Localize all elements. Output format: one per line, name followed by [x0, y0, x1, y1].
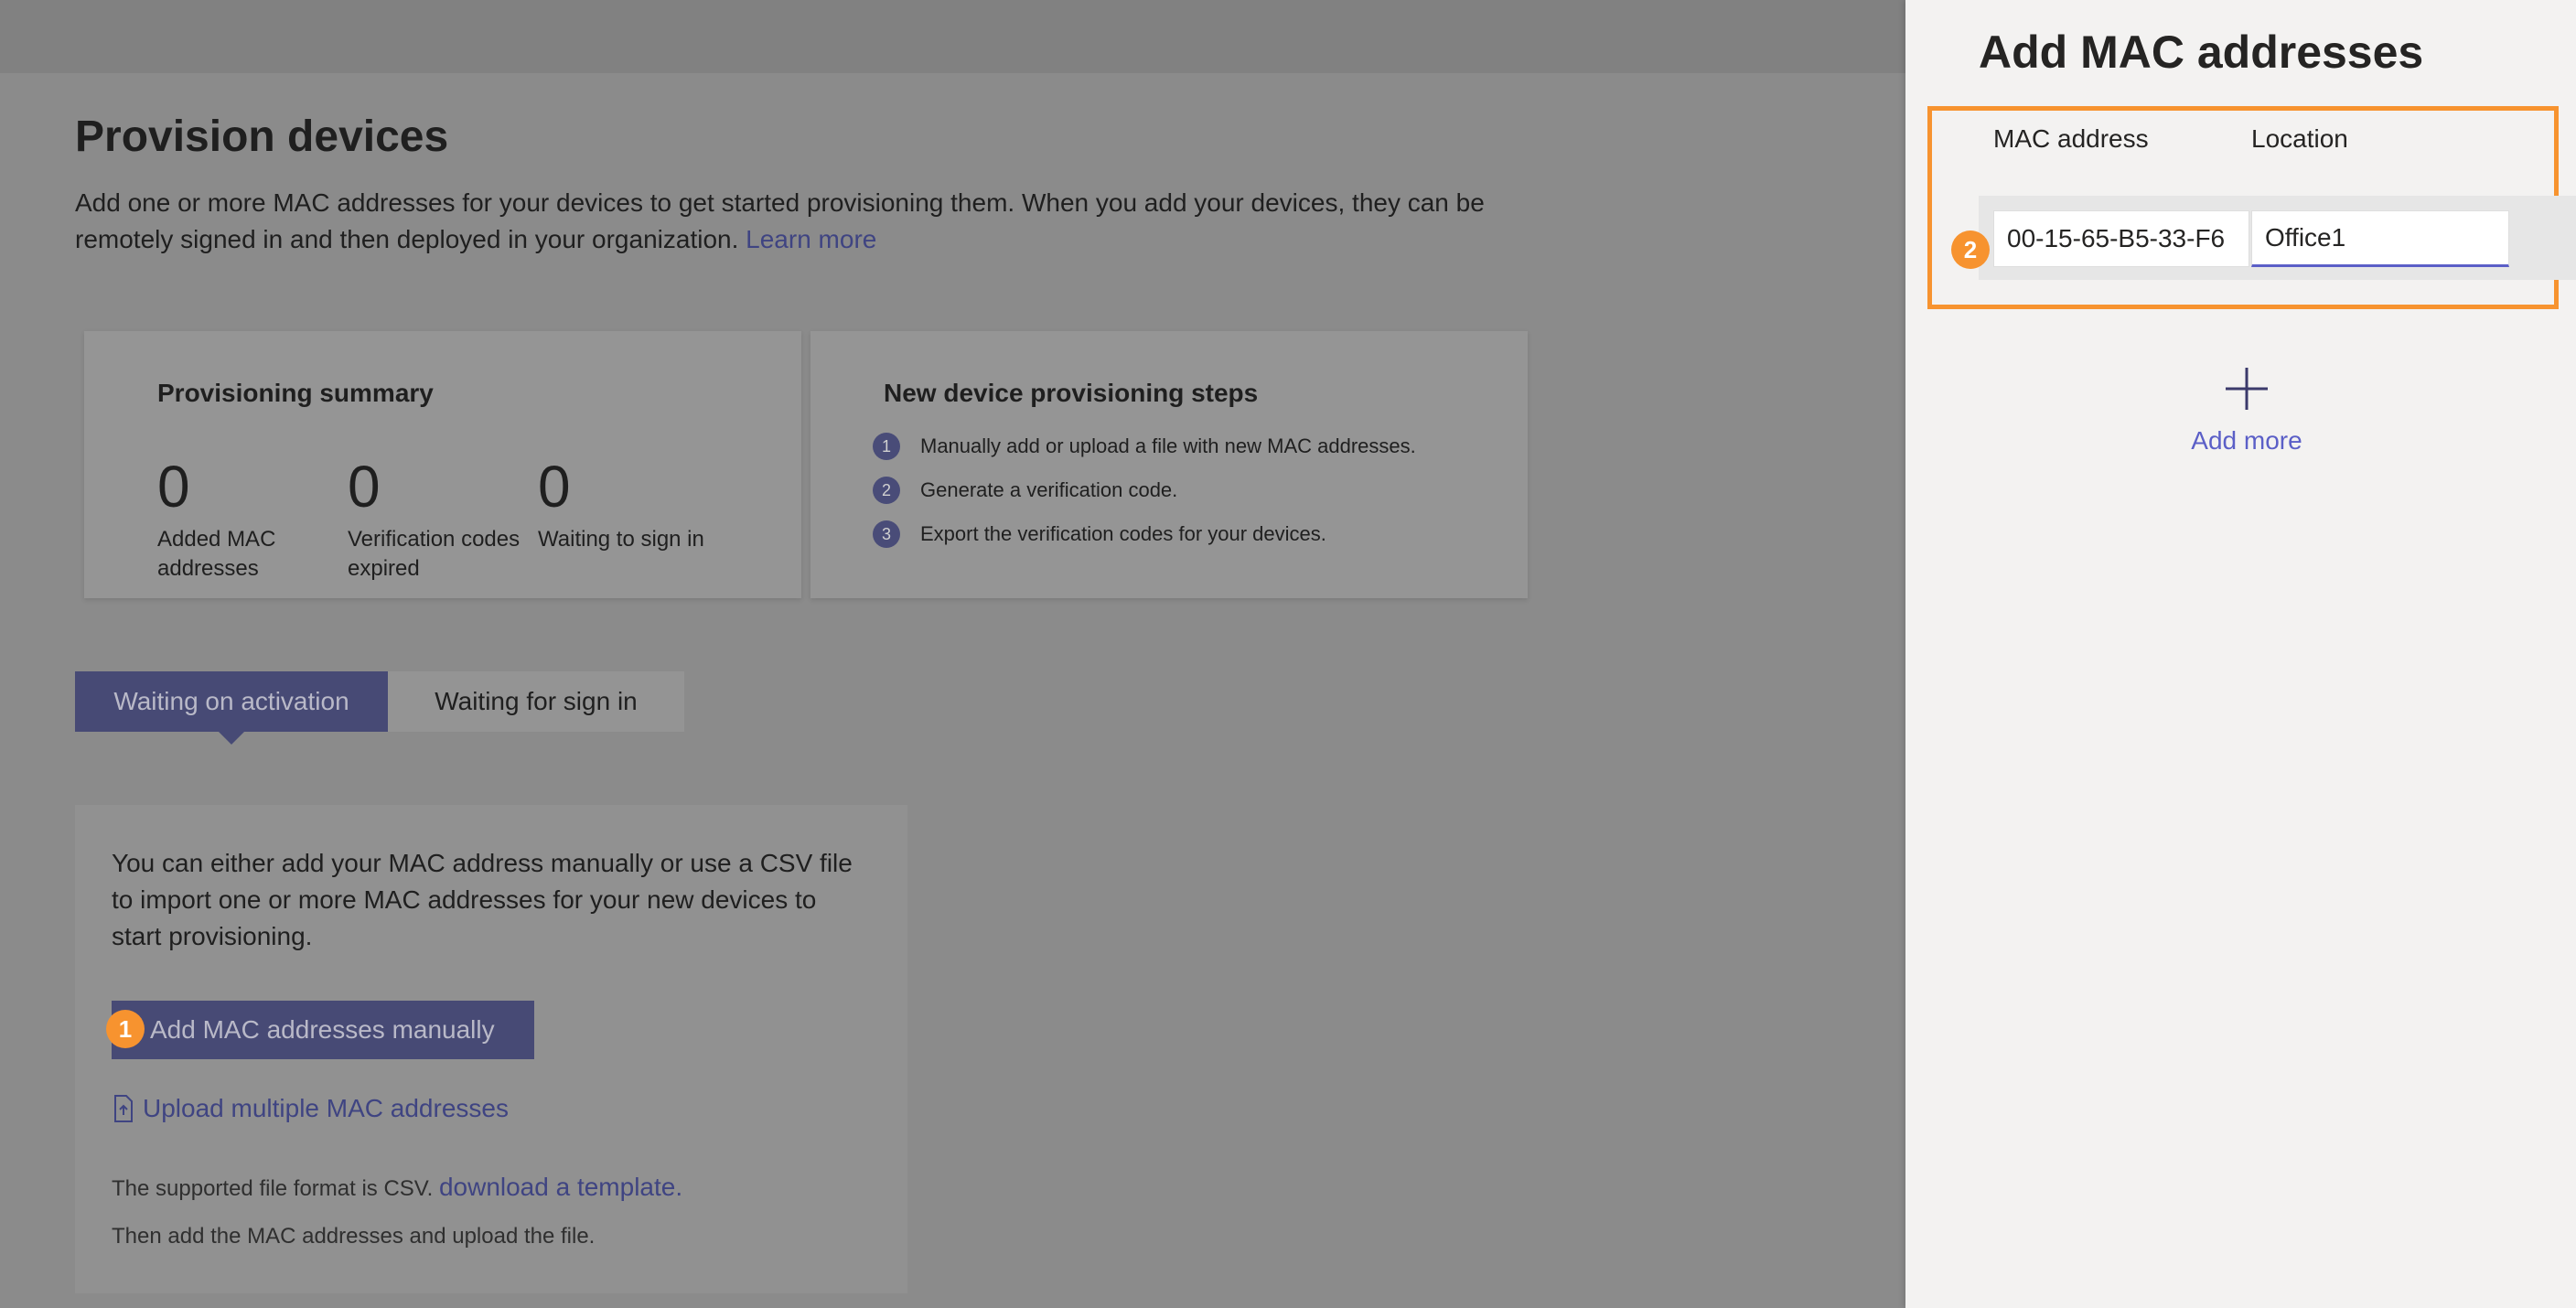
- step-text: Generate a verification code.: [920, 478, 1178, 501]
- stat-added-mac: 0 Added MAC addresses: [157, 457, 340, 584]
- step-text: Manually add or upload a file with new M…: [920, 434, 1416, 457]
- stat-waiting-sign-in: 0 Waiting to sign in: [538, 457, 757, 554]
- step-number-badge: 3: [873, 520, 900, 548]
- step-item: 1 Manually add or upload a file with new…: [873, 430, 1416, 463]
- panel-title: Add MAC addresses: [1979, 27, 2424, 78]
- stat-codes-expired: 0 Verification codes expired: [348, 457, 531, 584]
- summary-title: Provisioning summary: [157, 379, 434, 407]
- intro-text: Add one or more MAC addresses for your d…: [75, 185, 1520, 258]
- main-page: Provision devices Add one or more MAC ad…: [0, 0, 1905, 1308]
- add-more-label: Add more: [2191, 426, 2302, 455]
- mac-column-header: MAC address: [1993, 124, 2149, 153]
- step-item: 2 Generate a verification code.: [873, 474, 1177, 507]
- step-callout-2: 2: [1951, 231, 1990, 269]
- format-note: The supported file format is CSV. downlo…: [112, 1173, 682, 1202]
- tab-waiting-on-activation[interactable]: Waiting on activation: [75, 671, 388, 745]
- then-note: Then add the MAC addresses and upload th…: [112, 1224, 596, 1249]
- provisioning-steps-card: New device provisioning steps 1 Manually…: [810, 331, 1528, 598]
- plus-icon: [2226, 368, 2268, 410]
- activation-panel: You can either add your MAC address manu…: [75, 805, 907, 1293]
- provisioning-summary-card: Provisioning summary 0 Added MAC address…: [84, 331, 801, 598]
- stat-value: 0: [538, 454, 571, 520]
- page-title: Provision devices: [75, 113, 449, 161]
- upload-mac-label: Upload multiple MAC addresses: [143, 1094, 509, 1122]
- add-more-button[interactable]: Add more: [2070, 362, 2418, 463]
- top-bar: [0, 0, 1905, 73]
- location-input[interactable]: [2251, 210, 2509, 267]
- stat-value: 0: [157, 454, 190, 520]
- step-number-badge: 2: [873, 477, 900, 504]
- add-mac-manually-button[interactable]: Add MAC addresses manually: [112, 1001, 534, 1059]
- step-item: 3 Export the verification codes for your…: [873, 518, 1326, 551]
- stat-value: 0: [348, 454, 381, 520]
- format-note-text: The supported file format is CSV.: [112, 1176, 434, 1201]
- upload-file-icon: [114, 1095, 133, 1122]
- learn-more-link[interactable]: Learn more: [746, 225, 876, 253]
- add-mac-side-panel: Add MAC addresses MAC address Location 2…: [1905, 0, 2576, 1308]
- download-template-link[interactable]: download a template.: [439, 1173, 682, 1201]
- stat-label: Added MAC addresses: [157, 527, 276, 581]
- location-column-header: Location: [2251, 124, 2348, 153]
- step-text: Export the verification codes for your d…: [920, 522, 1326, 545]
- stat-label: Waiting to sign in: [538, 527, 704, 552]
- stat-label: Verification codes expired: [348, 527, 521, 581]
- tab-waiting-for-sign-in[interactable]: Waiting for sign in: [388, 671, 684, 732]
- step-callout-1: 1: [106, 1010, 145, 1048]
- upload-mac-link[interactable]: Upload multiple MAC addresses: [113, 1094, 509, 1123]
- step-number-badge: 1: [873, 433, 900, 460]
- mac-address-input[interactable]: [1993, 210, 2249, 267]
- panel-description: You can either add your MAC address manu…: [112, 849, 853, 950]
- steps-title: New device provisioning steps: [884, 379, 1259, 407]
